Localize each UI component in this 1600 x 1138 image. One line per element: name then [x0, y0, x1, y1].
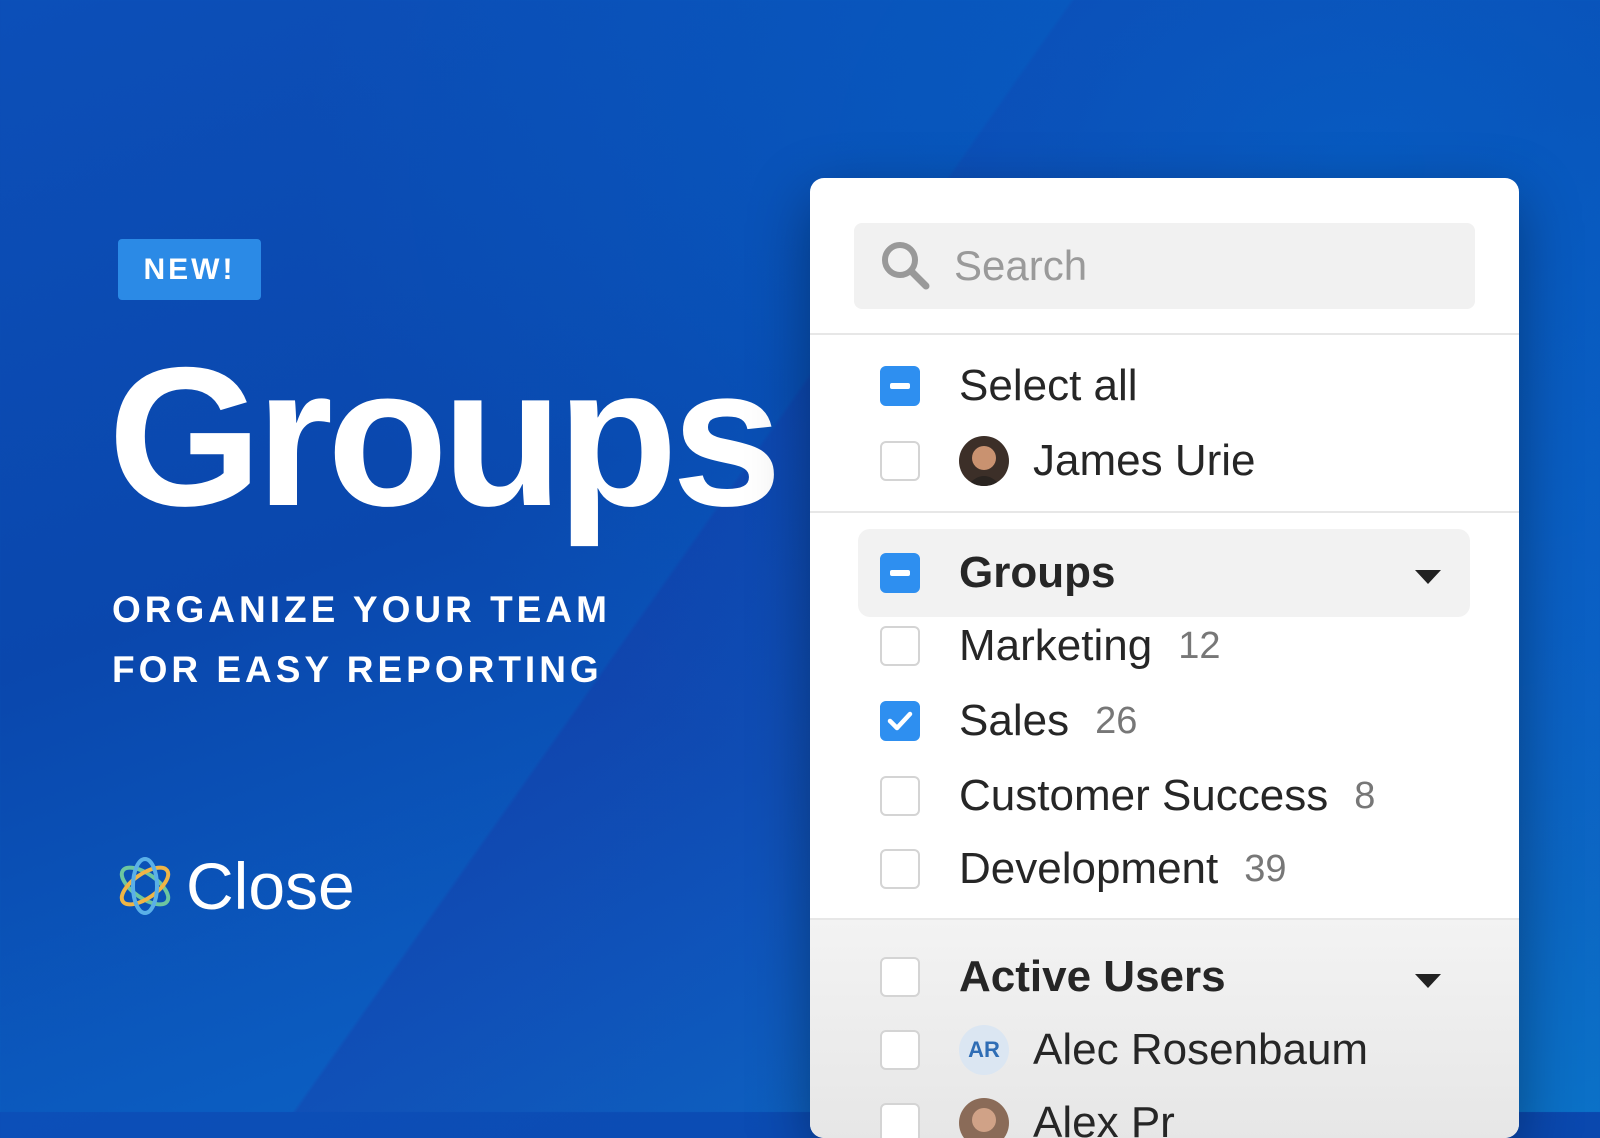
- avatar: [959, 1098, 1009, 1138]
- group-row[interactable]: Development 39: [880, 839, 1287, 899]
- divider: [810, 511, 1519, 513]
- checkmark-icon: [887, 711, 913, 731]
- new-badge: NEW!: [118, 239, 261, 300]
- divider: [810, 918, 1519, 920]
- groups-section-checkbox[interactable]: [880, 553, 920, 593]
- user-row-james[interactable]: James Urie: [880, 431, 1256, 491]
- brand: Close: [114, 848, 355, 924]
- active-users-label: Active Users: [959, 952, 1226, 1001]
- group-count: 8: [1354, 774, 1376, 817]
- user-row[interactable]: Alex Pr: [880, 1093, 1175, 1138]
- user-name: James Urie: [1033, 436, 1256, 485]
- filter-panel: Select all James Urie Groups Marketing 1…: [810, 178, 1519, 1138]
- tagline: ORGANIZE YOUR TEAM FOR EASY REPORTING: [112, 580, 611, 700]
- search-icon: [882, 242, 930, 290]
- group-checkbox[interactable]: [880, 701, 920, 741]
- group-count: 26: [1095, 699, 1138, 742]
- group-checkbox[interactable]: [880, 849, 920, 889]
- group-label: Sales: [959, 696, 1070, 745]
- select-all-row[interactable]: Select all: [880, 356, 1138, 416]
- chevron-down-icon[interactable]: [1415, 974, 1441, 988]
- user-checkbox[interactable]: [880, 1103, 920, 1138]
- group-row[interactable]: Marketing 12: [880, 616, 1220, 676]
- search-box[interactable]: [854, 223, 1475, 309]
- active-users-section-row[interactable]: Active Users: [880, 947, 1226, 1007]
- tagline-line-1: ORGANIZE YOUR TEAM: [112, 589, 611, 630]
- user-checkbox[interactable]: [880, 1030, 920, 1070]
- divider: [810, 333, 1519, 335]
- group-count: 12: [1178, 624, 1221, 667]
- chevron-down-icon[interactable]: [1415, 570, 1441, 584]
- user-row[interactable]: AR Alec Rosenbaum: [880, 1020, 1368, 1080]
- active-users-checkbox[interactable]: [880, 957, 920, 997]
- group-label: Customer Success: [959, 771, 1329, 820]
- user-checkbox[interactable]: [880, 441, 920, 481]
- avatar: AR: [959, 1025, 1009, 1075]
- tagline-line-2: FOR EASY REPORTING: [112, 649, 603, 690]
- group-label: Development: [959, 844, 1219, 893]
- user-name: Alec Rosenbaum: [1033, 1025, 1369, 1074]
- groups-section-row[interactable]: Groups: [880, 543, 1115, 603]
- group-checkbox[interactable]: [880, 626, 920, 666]
- select-all-checkbox[interactable]: [880, 366, 920, 406]
- select-all-label: Select all: [959, 361, 1138, 410]
- group-label: Marketing: [959, 621, 1153, 670]
- group-count: 39: [1244, 847, 1287, 890]
- avatar: [959, 436, 1009, 486]
- close-logo-icon: [119, 857, 171, 915]
- search-input[interactable]: [952, 241, 1456, 291]
- group-row[interactable]: Customer Success 8: [880, 766, 1375, 826]
- hero-title: Groups: [108, 326, 782, 547]
- groups-section-label: Groups: [959, 548, 1116, 597]
- brand-name: Close: [186, 849, 355, 923]
- group-row[interactable]: Sales 26: [880, 691, 1137, 751]
- user-name: Alex Pr: [1033, 1098, 1175, 1138]
- group-checkbox[interactable]: [880, 776, 920, 816]
